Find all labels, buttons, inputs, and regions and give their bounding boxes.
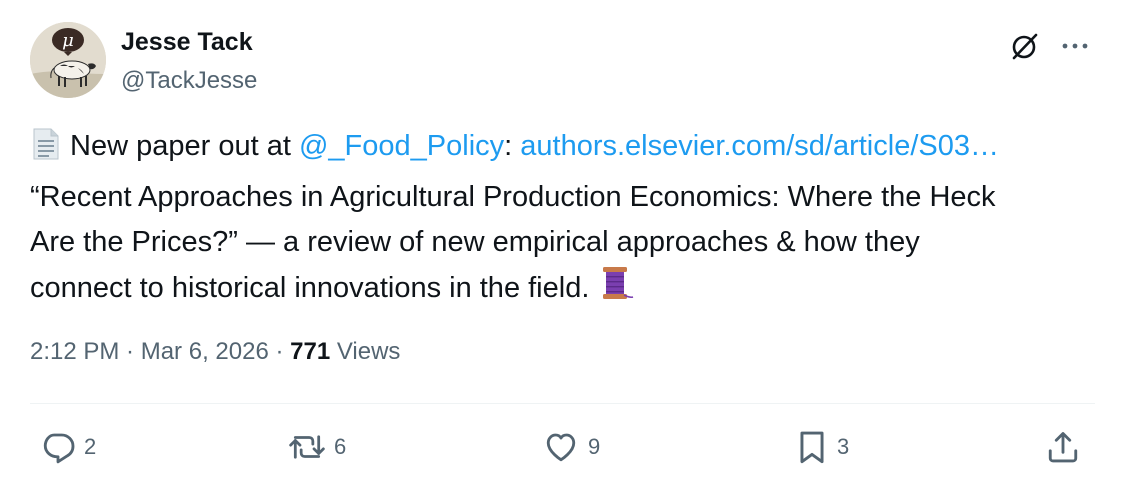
- tweet-meta: 2:12 PM · Mar 6, 2026 · 771 Views: [30, 338, 400, 366]
- page-facing-up-emoji: [30, 127, 62, 175]
- tweet-time[interactable]: 2:12 PM: [30, 338, 119, 365]
- tweet-line-3: Are the Prices?” — a review of new empir…: [30, 226, 920, 258]
- meta-separator: ·: [119, 338, 141, 365]
- action-bar: 2 6 9 3: [30, 425, 1100, 469]
- reply-icon: [40, 429, 76, 465]
- avatar-mu-glyph: μ: [62, 30, 74, 51]
- like-button[interactable]: 9: [542, 425, 600, 469]
- views-count: 771: [290, 338, 331, 365]
- reply-button[interactable]: 2: [40, 425, 96, 469]
- like-count: 9: [588, 434, 601, 459]
- share-icon: [1045, 428, 1081, 466]
- tweet-line-1: New paper out at @_Food_Policy: authors.…: [30, 124, 1100, 175]
- grok-icon[interactable]: [1005, 26, 1045, 66]
- tweet-text-colon: :: [504, 130, 521, 162]
- reply-count: 2: [84, 434, 97, 459]
- thread-spool-emoji: [597, 265, 635, 317]
- heart-icon: [542, 429, 580, 465]
- views-label: Views: [330, 338, 401, 365]
- tweet-date[interactable]: Mar 6, 2026: [141, 338, 269, 365]
- mention-link[interactable]: @_Food_Policy: [299, 130, 504, 162]
- bookmark-count: 3: [837, 434, 850, 459]
- avatar[interactable]: μ: [30, 22, 106, 98]
- tweet-line-4-text: connect to historical innovations in the…: [30, 272, 598, 304]
- tweet-header: μ Jesse Tack @TackJesse: [30, 22, 1100, 100]
- tweet-line-2: “Recent Approaches in Agricultural Produ…: [30, 181, 996, 213]
- article-link[interactable]: authors.elsevier.com/sd/article/S03…: [520, 130, 999, 162]
- share-button[interactable]: [1045, 425, 1081, 469]
- author-name[interactable]: Jesse Tack: [121, 28, 253, 57]
- tweet-text-before-mention: New paper out at: [62, 130, 299, 162]
- more-icon[interactable]: [1055, 26, 1095, 66]
- bookmark-icon: [795, 428, 829, 466]
- meta-separator: ·: [268, 338, 291, 365]
- author-handle[interactable]: @TackJesse: [121, 67, 257, 95]
- tweet-text: New paper out at @_Food_Policy: authors.…: [30, 124, 1100, 317]
- bookmark-button[interactable]: 3: [795, 425, 849, 469]
- retweet-icon: [288, 429, 326, 465]
- retweet-button[interactable]: 6: [288, 425, 346, 469]
- tweet-line-4: connect to historical innovations in the…: [30, 265, 1100, 317]
- retweet-count: 6: [334, 434, 347, 459]
- divider: [30, 403, 1095, 404]
